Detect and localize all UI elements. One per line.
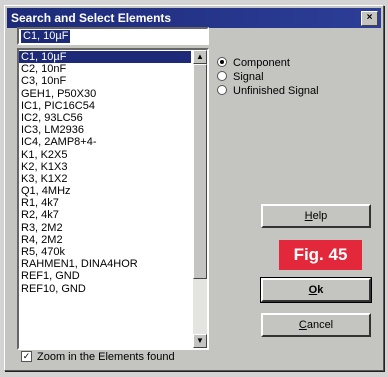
zoom-elements-option[interactable]: ✓ Zoom in the Elements found (21, 350, 175, 364)
selected-element-value: C1, 10µF (21, 30, 71, 43)
list-item[interactable]: C1, 10µF (19, 51, 191, 64)
list-item[interactable]: IC3, LM2936 (19, 124, 191, 136)
radio-button-icon[interactable] (217, 85, 227, 96)
close-button[interactable]: × (361, 11, 378, 26)
radio-component[interactable]: Component (217, 56, 290, 70)
list-item[interactable]: REF10, GND (19, 283, 191, 295)
list-item[interactable]: R3, 2M2 (19, 222, 191, 234)
scroll-down-button[interactable]: ▼ (193, 334, 207, 348)
radio-label: Component (233, 57, 290, 69)
radio-label: Signal (233, 71, 264, 83)
elements-listbox[interactable]: C1, 10µF C2, 10nF C3, 10nF GEH1, P50X30 IC1,… (17, 48, 209, 350)
help-accel: H (304, 210, 313, 222)
list-item[interactable]: K1, K2X5 (19, 149, 191, 161)
list-item[interactable]: REF1, GND (19, 270, 191, 282)
list-item[interactable]: IC1, PIC16C54 (19, 100, 191, 112)
title-bar: Search and Select Elements × (7, 8, 381, 28)
help-button[interactable]: Help (261, 204, 371, 228)
scroll-up-button[interactable]: ▲ (193, 50, 207, 64)
zoom-checkbox[interactable]: ✓ (21, 350, 32, 362)
elements-list: C1, 10µF C2, 10nF C3, 10nF GEH1, P50X30 IC1,… (19, 51, 191, 295)
cancel-button[interactable]: Cancel (261, 313, 371, 337)
help-label-rest: elp (312, 210, 328, 222)
radio-signal[interactable]: Signal (217, 70, 264, 84)
list-item[interactable]: R2, 4k7 (19, 209, 191, 221)
list-item[interactable]: K2, K1X3 (19, 161, 191, 173)
vertical-scrollbar[interactable]: ▲ ▼ (193, 50, 207, 348)
list-item[interactable]: IC4, 2AMP8+4- (19, 136, 191, 148)
ok-button[interactable]: Ok (260, 277, 372, 303)
radio-label: Unfinished Signal (233, 85, 319, 97)
list-item[interactable]: R4, 2M2 (19, 234, 191, 246)
ok-label-rest: k (317, 284, 324, 296)
scroll-thumb[interactable] (193, 64, 207, 279)
list-item[interactable]: Q1, 4MHz (19, 185, 191, 197)
list-item[interactable]: K3, K1X2 (19, 173, 191, 185)
list-item[interactable]: C2, 10nF (19, 63, 191, 75)
cancel-label-rest: ancel (306, 319, 334, 331)
list-item[interactable]: IC2, 93LC56 (19, 112, 191, 124)
radio-button-icon[interactable] (217, 71, 227, 82)
window-title: Search and Select Elements (11, 11, 172, 25)
radio-button-icon[interactable] (217, 57, 227, 68)
list-item[interactable]: GEH1, P50X30 (19, 88, 191, 100)
ok-accel: O (308, 284, 318, 296)
radio-unfinished-signal[interactable]: Unfinished Signal (217, 84, 319, 98)
list-item[interactable]: RAHMEN1, DINA4HOR (19, 258, 191, 270)
zoom-checkbox-label: Zoom in the Elements found (37, 351, 175, 363)
list-item[interactable]: C3, 10nF (19, 75, 191, 87)
list-item[interactable]: R5, 470k (19, 246, 191, 258)
cancel-accel: C (298, 319, 307, 331)
figure-badge: Fig. 45 (279, 240, 362, 270)
selected-element-field[interactable]: C1, 10µF (17, 27, 209, 45)
list-item[interactable]: R1, 4k7 (19, 197, 191, 209)
